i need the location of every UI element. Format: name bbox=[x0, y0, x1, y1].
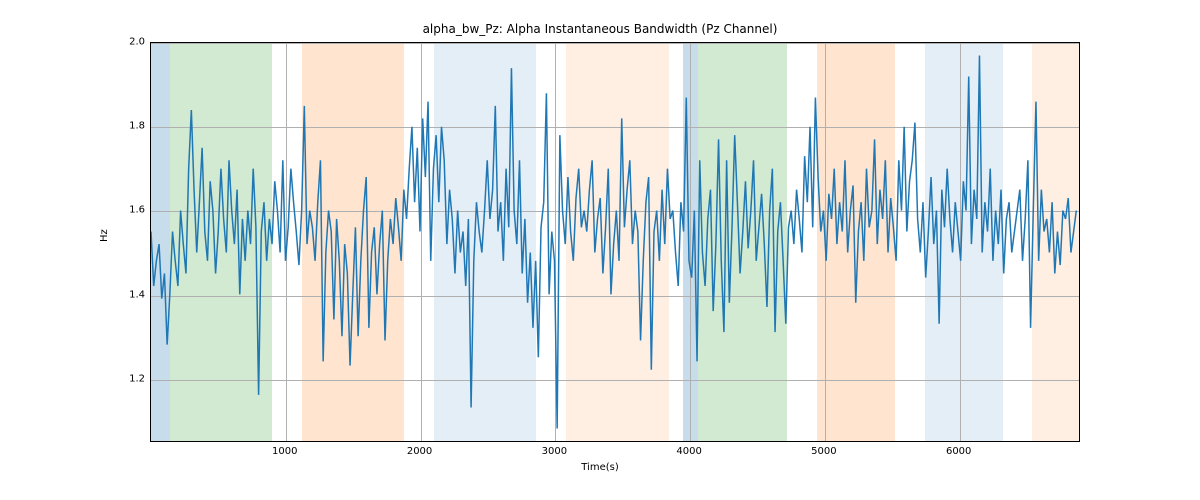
data-line bbox=[151, 43, 1079, 441]
x-tick-label: 3000 bbox=[542, 446, 567, 457]
x-axis-label: Time(s) bbox=[0, 462, 1200, 473]
x-tick-label: 1000 bbox=[272, 446, 297, 457]
y-tick-label: 1.8 bbox=[105, 121, 145, 132]
y-axis-label: Hz bbox=[99, 229, 110, 242]
chart-title: alpha_bw_Pz: Alpha Instantaneous Bandwid… bbox=[0, 22, 1200, 36]
y-tick-label: 1.4 bbox=[105, 289, 145, 300]
y-tick-label: 2.0 bbox=[105, 37, 145, 48]
x-tick-label: 5000 bbox=[811, 446, 836, 457]
figure: alpha_bw_Pz: Alpha Instantaneous Bandwid… bbox=[0, 0, 1200, 500]
x-tick-label: 6000 bbox=[946, 446, 971, 457]
axes bbox=[150, 42, 1080, 442]
x-tick-label: 2000 bbox=[407, 446, 432, 457]
x-tick-label: 4000 bbox=[676, 446, 701, 457]
series-line bbox=[151, 56, 1076, 429]
y-tick-label: 1.6 bbox=[105, 205, 145, 216]
y-tick-label: 1.2 bbox=[105, 373, 145, 384]
